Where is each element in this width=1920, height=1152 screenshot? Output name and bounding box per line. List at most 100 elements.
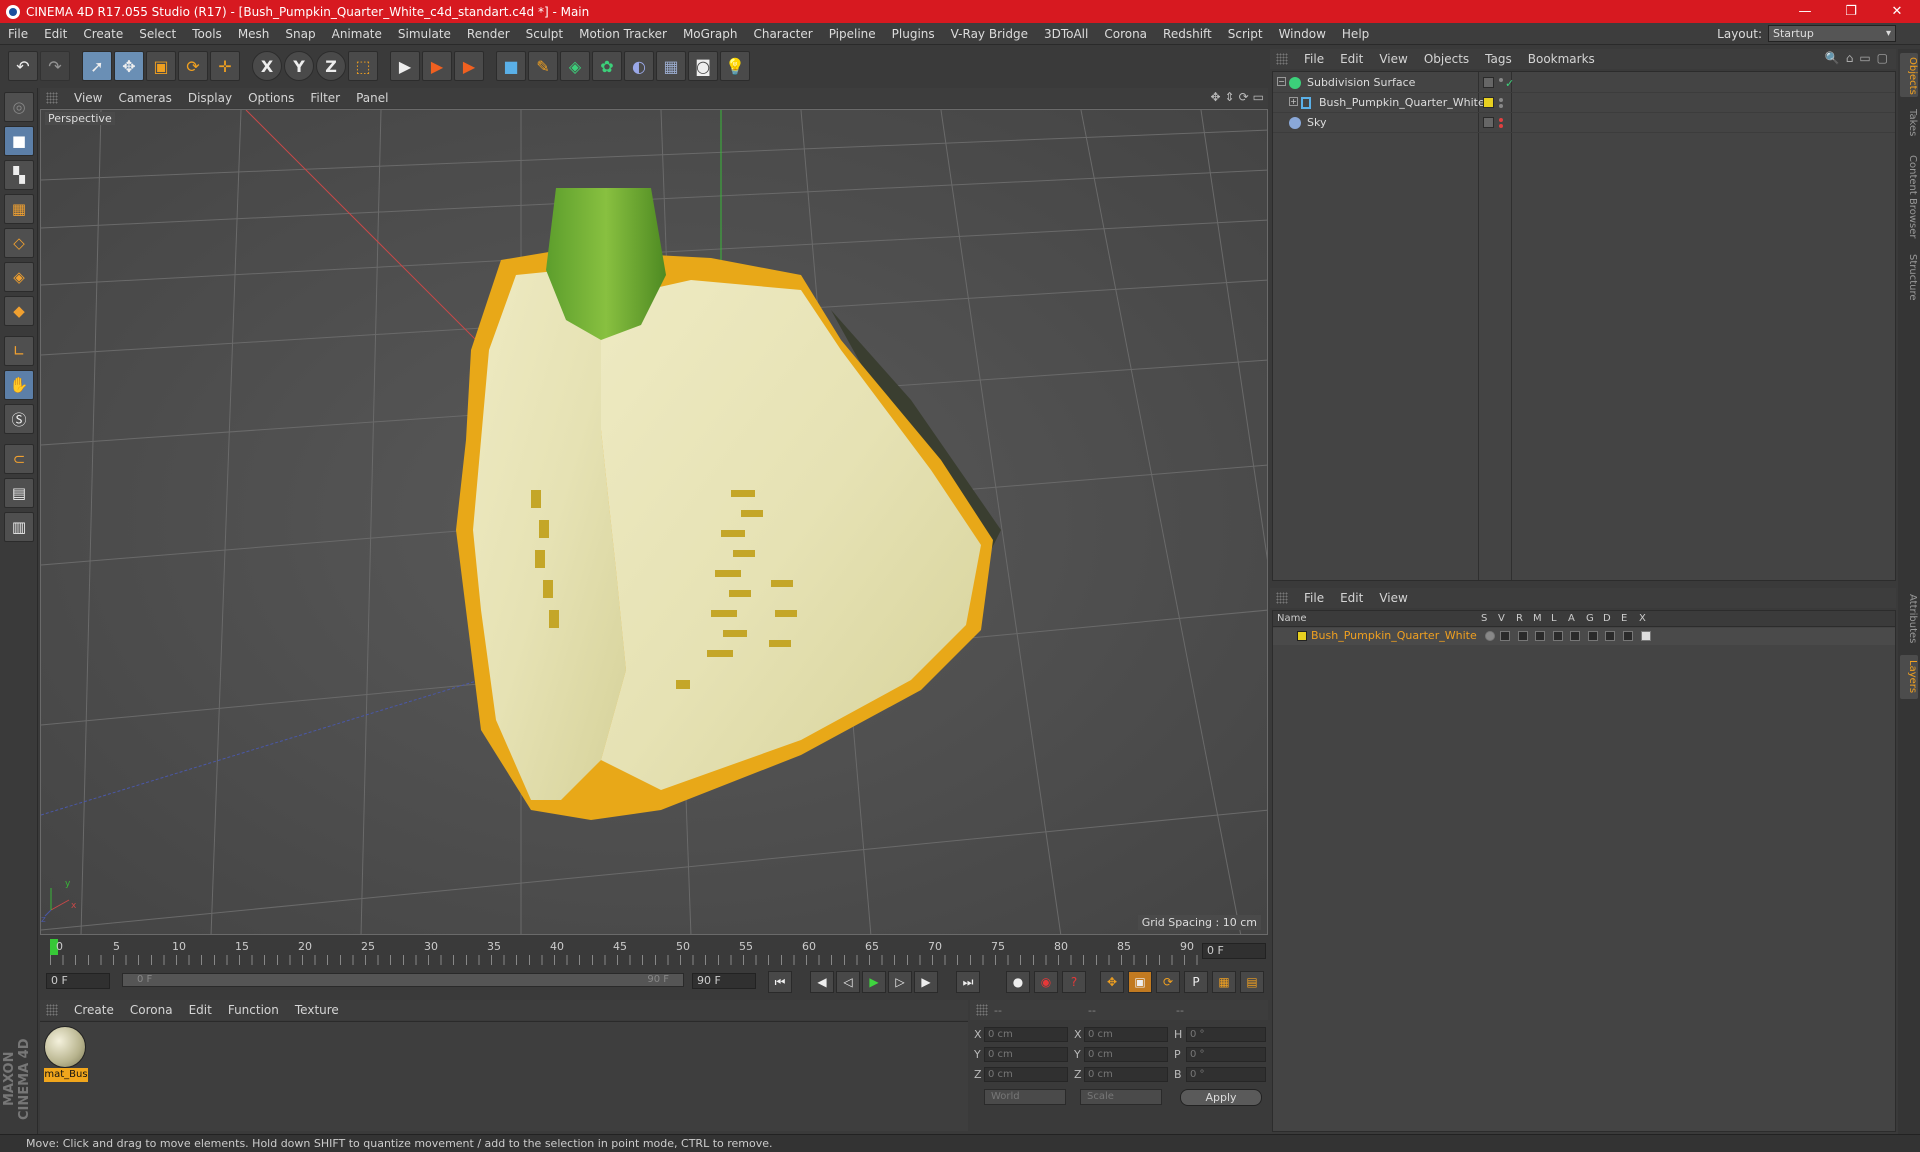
- layers-menu-view[interactable]: View: [1371, 591, 1415, 605]
- object-row-subdivision-surface[interactable]: − Subdivision Surface ✓: [1273, 74, 1895, 93]
- size-mode-dropdown[interactable]: Scale: [1080, 1089, 1162, 1105]
- apply-button[interactable]: Apply: [1180, 1089, 1262, 1106]
- menu-render[interactable]: Render: [459, 27, 518, 41]
- material-menu-function[interactable]: Function: [220, 1003, 287, 1017]
- layer-col-generators[interactable]: G: [1586, 613, 1594, 624]
- redo-button[interactable]: ↷: [40, 51, 70, 81]
- layer-lock-toggle[interactable]: [1553, 631, 1563, 641]
- auto-keying-button[interactable]: ◉: [1034, 971, 1058, 993]
- panel-grip-icon[interactable]: [1276, 53, 1288, 65]
- tab-structure[interactable]: Structure: [1900, 249, 1918, 305]
- layer-col-locked[interactable]: L: [1551, 613, 1557, 624]
- layer-col-xref[interactable]: X: [1639, 613, 1646, 624]
- size-x-field[interactable]: 0 cm: [1084, 1027, 1168, 1042]
- next-frame-button[interactable]: ▷: [888, 971, 912, 993]
- render-settings-button[interactable]: ▶: [454, 51, 484, 81]
- object-manager-list[interactable]: − Subdivision Surface ✓ + Bush_Pumpkin_Q…: [1272, 71, 1896, 581]
- material-menu-corona[interactable]: Corona: [122, 1003, 181, 1017]
- menu-snap[interactable]: Snap: [277, 27, 323, 41]
- menu-3dtoall[interactable]: 3DToAll: [1036, 27, 1096, 41]
- menu-mograph[interactable]: MoGraph: [675, 27, 746, 41]
- render-to-picture-viewer-button[interactable]: ▶: [422, 51, 452, 81]
- layer-col-view[interactable]: V: [1498, 613, 1505, 624]
- polygons-mode-icon[interactable]: ◆: [4, 296, 34, 326]
- perspective-viewport[interactable]: y x z Perspective Grid Spacing : 10 cm: [40, 109, 1268, 935]
- editor-visibility-dot[interactable]: [1499, 98, 1503, 102]
- layer-col-render[interactable]: R: [1516, 613, 1523, 624]
- undo-button[interactable]: ↶: [8, 51, 38, 81]
- viewport-menu-panel[interactable]: Panel: [348, 91, 396, 105]
- tab-takes[interactable]: Takes: [1900, 103, 1918, 143]
- rotation-p-field[interactable]: 0 °: [1186, 1047, 1266, 1062]
- menu-vray-bridge[interactable]: V-Ray Bridge: [943, 27, 1036, 41]
- tree-collapse-icon[interactable]: −: [1277, 77, 1286, 86]
- material-manager-area[interactable]: mat_Bus: [40, 1021, 968, 1131]
- viewport-zoom-icon[interactable]: ⇕: [1225, 90, 1235, 104]
- layers-menu-edit[interactable]: Edit: [1332, 591, 1371, 605]
- layer-color-swatch[interactable]: [1483, 97, 1494, 108]
- render-visibility-dot[interactable]: [1499, 124, 1503, 128]
- end-frame-field[interactable]: 90 F: [692, 973, 756, 989]
- minimize-button[interactable]: —: [1782, 0, 1828, 23]
- material-menu-create[interactable]: Create: [66, 1003, 122, 1017]
- timeline-ruler[interactable]: 0 5 10 15 20 25 30 35 40 45 50 55 60 65 …: [50, 937, 1200, 965]
- coordinate-system-button[interactable]: ⬚: [348, 51, 378, 81]
- key-pla-toggle[interactable]: ▦: [1212, 971, 1236, 993]
- layer-name[interactable]: Bush_Pumpkin_Quarter_White: [1311, 629, 1477, 642]
- previous-key-button[interactable]: ◀: [810, 971, 834, 993]
- menu-simulate[interactable]: Simulate: [390, 27, 459, 41]
- viewport-menu-display[interactable]: Display: [180, 91, 240, 105]
- home-icon[interactable]: ⌂: [1846, 51, 1854, 65]
- workplane-lock-icon[interactable]: ▤: [4, 478, 34, 508]
- layer-xref-toggle[interactable]: [1641, 631, 1651, 641]
- menu-script[interactable]: Script: [1220, 27, 1271, 41]
- viewport-menu-cameras[interactable]: Cameras: [110, 91, 179, 105]
- snap-magnet-icon[interactable]: ⊂: [4, 444, 34, 474]
- layer-col-deformers[interactable]: D: [1603, 613, 1611, 624]
- menu-create[interactable]: Create: [75, 27, 131, 41]
- go-to-end-button[interactable]: ⏭: [956, 971, 980, 993]
- object-visibility-toggle[interactable]: [1483, 77, 1494, 88]
- edges-mode-icon[interactable]: ◈: [4, 262, 34, 292]
- z-axis-lock-button[interactable]: Z: [316, 51, 346, 81]
- objects-menu-tags[interactable]: Tags: [1477, 52, 1520, 66]
- cube-primitive-button[interactable]: ■: [496, 51, 526, 81]
- menu-pipeline[interactable]: Pipeline: [821, 27, 884, 41]
- viewport-menu-view[interactable]: View: [66, 91, 110, 105]
- new-window-icon[interactable]: ▢: [1877, 51, 1888, 65]
- layer-col-expressions[interactable]: E: [1621, 613, 1627, 624]
- position-y-field[interactable]: 0 cm: [984, 1047, 1068, 1062]
- layer-color-swatch[interactable]: [1297, 631, 1307, 641]
- viewport-pan-icon[interactable]: ✥: [1210, 90, 1220, 104]
- rotation-b-field[interactable]: 0 °: [1186, 1067, 1266, 1082]
- start-frame-field[interactable]: 0 F: [46, 973, 110, 989]
- tab-objects[interactable]: Objects: [1900, 53, 1918, 97]
- panel-grip-icon[interactable]: [46, 92, 58, 104]
- layer-render-toggle[interactable]: [1518, 631, 1528, 641]
- menu-motion-tracker[interactable]: Motion Tracker: [571, 27, 675, 41]
- viewport-maximize-icon[interactable]: ▭: [1253, 90, 1264, 104]
- x-axis-lock-button[interactable]: X: [252, 51, 282, 81]
- points-mode-icon[interactable]: ◇: [4, 228, 34, 258]
- planar-workplane-icon[interactable]: ▥: [4, 512, 34, 542]
- key-parameter-toggle[interactable]: P: [1184, 971, 1208, 993]
- panel-grip-icon[interactable]: [1276, 592, 1288, 604]
- object-row-sky[interactable]: Sky: [1273, 114, 1895, 133]
- material-thumbnail[interactable]: mat_Bus: [44, 1026, 88, 1084]
- layer-manager-list[interactable]: Name S V R M L A G D E X Bush_Pumpkin_Qu…: [1272, 610, 1896, 1132]
- make-editable-icon[interactable]: ◎: [4, 92, 34, 122]
- menu-corona[interactable]: Corona: [1096, 27, 1155, 41]
- menu-character[interactable]: Character: [745, 27, 820, 41]
- key-scale-toggle[interactable]: ▣: [1128, 971, 1152, 993]
- coordinate-space-dropdown[interactable]: World: [984, 1089, 1066, 1105]
- render-visibility-dot[interactable]: [1499, 104, 1503, 108]
- camera-object-button[interactable]: ◙: [688, 51, 718, 81]
- layer-manager-toggle[interactable]: [1535, 631, 1545, 641]
- layer-expressions-toggle[interactable]: [1623, 631, 1633, 641]
- viewport-menu-filter[interactable]: Filter: [302, 91, 348, 105]
- key-position-toggle[interactable]: ✥: [1100, 971, 1124, 993]
- next-key-button[interactable]: ▶: [914, 971, 938, 993]
- move-tool-button[interactable]: ✥: [114, 51, 144, 81]
- panel-grip-icon[interactable]: [46, 1004, 58, 1016]
- layer-deformers-toggle[interactable]: [1605, 631, 1615, 641]
